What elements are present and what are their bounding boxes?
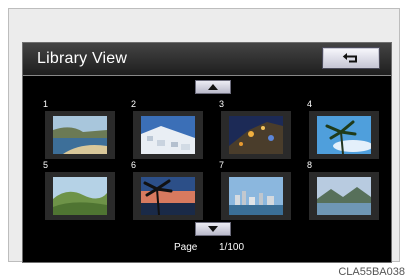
thumbnail-item[interactable] xyxy=(45,111,115,159)
thumbnail-item[interactable] xyxy=(221,111,291,159)
page-title: Library View xyxy=(37,50,128,67)
thumbnail-item[interactable] xyxy=(45,172,115,220)
scroll-down-button[interactable] xyxy=(195,222,231,236)
return-arrow-icon xyxy=(342,53,357,63)
photo-green-hills xyxy=(53,177,107,215)
thumbnail-number: 5 xyxy=(43,160,49,170)
thumbnail-number: 8 xyxy=(307,160,313,170)
thumbnail-number: 6 xyxy=(131,160,137,170)
photo-lake-mountains xyxy=(317,177,371,215)
thumbnail-item[interactable] xyxy=(309,172,379,220)
photo-hillside-village xyxy=(141,116,195,154)
photo-palm-sky xyxy=(317,116,371,154)
thumbnail-item[interactable] xyxy=(221,172,291,220)
up-triangle-icon xyxy=(208,84,218,90)
photo-city-skyline xyxy=(229,177,283,215)
page-indicator: 1/100 xyxy=(219,242,245,253)
thumbnail-number: 3 xyxy=(219,99,225,109)
thumbnail-item[interactable] xyxy=(309,111,379,159)
thumbnail-item[interactable] xyxy=(133,172,203,220)
photo-beach-cove xyxy=(53,116,107,154)
photo-night-city xyxy=(229,116,283,154)
figure-code: CLA55BA038 xyxy=(338,266,405,278)
thumbnail-number: 2 xyxy=(131,99,137,109)
thumbnail-number: 1 xyxy=(43,99,49,109)
header-bar: Library View xyxy=(23,43,391,76)
thumbnail-number: 7 xyxy=(219,160,225,170)
thumbnail-number: 4 xyxy=(307,99,313,109)
library-view-screen: Library View 1 2 3 4 5 6 7 8 Page 1/100 xyxy=(22,42,392,263)
page-label: Page xyxy=(174,242,198,253)
scroll-up-button[interactable] xyxy=(195,80,231,94)
thumbnail-item[interactable] xyxy=(133,111,203,159)
back-button[interactable] xyxy=(323,48,379,68)
photo-sunset-palm xyxy=(141,177,195,215)
down-triangle-icon xyxy=(208,226,218,232)
